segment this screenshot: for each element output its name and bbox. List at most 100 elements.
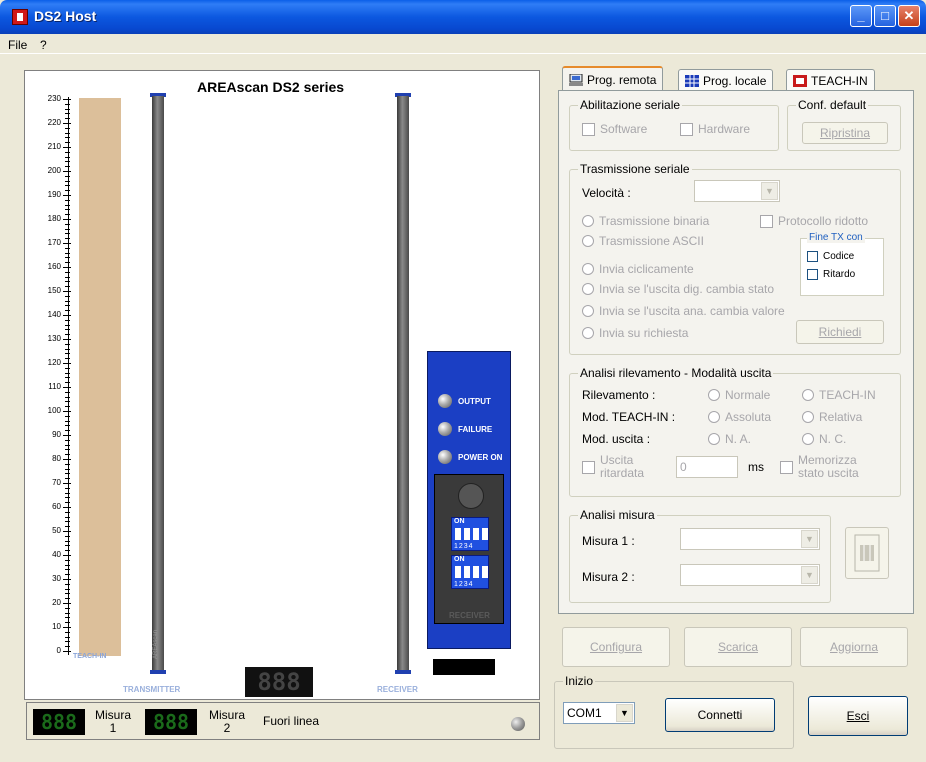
status-led-icon xyxy=(511,717,525,731)
y-tick-label: 190 xyxy=(47,190,61,199)
normal-radio[interactable]: Normale xyxy=(708,388,770,402)
code-checkbox[interactable]: Codice xyxy=(807,251,854,262)
y-tick-label: 200 xyxy=(47,166,61,175)
reduced-protocol-checkbox[interactable]: Protocollo ridotto xyxy=(760,214,868,228)
exit-button[interactable]: Esci xyxy=(808,696,908,736)
y-tick-label: 20 xyxy=(52,598,61,607)
y-tick-mark xyxy=(65,334,70,336)
close-button[interactable]: ✕ xyxy=(898,5,920,27)
fine-tx-group: Fine TX con Codice Ritardo xyxy=(800,232,884,296)
delayed-output-checkbox[interactable]: Uscita ritardata xyxy=(582,454,650,480)
tab-teach-in[interactable]: TEACH-IN xyxy=(786,69,875,91)
y-tick-mark xyxy=(63,555,71,556)
title-bar[interactable]: DS2 Host _ □ ✕ xyxy=(0,0,926,34)
teach-mode-label: Mod. TEACH-IN : xyxy=(582,410,676,424)
na-radio[interactable]: N. A. xyxy=(708,432,751,446)
y-tick-mark xyxy=(63,531,71,532)
download-button[interactable]: Scarica xyxy=(684,627,792,667)
y-tick-label: 160 xyxy=(47,262,61,271)
on-request-radio[interactable]: Invia su richiesta xyxy=(582,326,688,340)
y-tick-mark xyxy=(65,214,70,216)
y-tick-label: 140 xyxy=(47,310,61,319)
y-tick-mark xyxy=(65,545,70,547)
y-tick-mark xyxy=(65,449,70,451)
transmitter-rod xyxy=(152,96,164,670)
measure-group: Analisi misura Misura 1 : ▼ Misura 2 : ▼ xyxy=(569,508,831,603)
y-tick-mark xyxy=(65,468,70,470)
binary-radio[interactable]: Trasmissione binaria xyxy=(582,214,709,228)
y-tick-mark xyxy=(63,579,71,580)
minimize-button[interactable]: _ xyxy=(850,5,872,27)
y-tick-mark xyxy=(65,391,70,393)
hardware-checkbox[interactable]: Hardware xyxy=(680,122,750,136)
y-tick-mark xyxy=(65,502,70,504)
transmitter-bottom-cap xyxy=(150,670,166,674)
maximize-button[interactable]: □ xyxy=(874,5,896,27)
delay-checkbox[interactable]: Ritardo xyxy=(807,269,855,280)
delay-ms-input[interactable]: 0 xyxy=(676,456,738,478)
y-tick-mark xyxy=(63,315,71,316)
dig-change-radio[interactable]: Invia se l'uscita dig. cambia stato xyxy=(582,282,774,296)
connect-button[interactable]: Connetti xyxy=(665,698,775,732)
chevron-down-icon: ▼ xyxy=(616,704,633,722)
y-tick-mark xyxy=(65,588,70,590)
conf-default-title: Conf. default xyxy=(796,98,869,112)
y-tick-mark xyxy=(65,401,70,403)
y-tick-label: 220 xyxy=(47,118,61,127)
cyclic-radio[interactable]: Invia ciclicamente xyxy=(582,262,694,276)
led-power: POWER ON xyxy=(438,450,502,464)
store-state-checkbox[interactable]: Memorizza stato uscita xyxy=(780,454,876,480)
y-tick-mark xyxy=(63,459,71,460)
tab-prog-remota[interactable]: Prog. remota xyxy=(562,66,664,91)
y-tick-label: 130 xyxy=(47,334,61,343)
y-tick-mark xyxy=(65,113,70,115)
dip-switch-2[interactable]: ON 1234 xyxy=(451,555,489,589)
y-tick-mark xyxy=(65,478,70,480)
areascan-icon-button[interactable] xyxy=(845,527,889,579)
update-button[interactable]: Aggiorna xyxy=(800,627,908,667)
y-tick-mark xyxy=(65,425,70,427)
y-tick-mark xyxy=(65,199,70,201)
software-checkbox[interactable]: Software xyxy=(582,122,647,136)
absolute-radio[interactable]: Assoluta xyxy=(708,410,771,424)
y-tick-mark xyxy=(65,593,70,595)
menu-help[interactable]: ? xyxy=(40,38,47,52)
y-tick-mark xyxy=(65,161,70,163)
failure-led-icon xyxy=(438,422,452,436)
measure2-select[interactable]: ▼ xyxy=(680,564,820,586)
y-tick-label: 10 xyxy=(52,622,61,631)
request-button[interactable]: Richiedi xyxy=(796,320,884,344)
ana-change-radio[interactable]: Invia se l'uscita ana. cambia valore xyxy=(582,304,785,318)
y-tick-mark xyxy=(65,132,70,134)
y-tick-mark xyxy=(65,377,70,379)
restore-button[interactable]: Ripristina xyxy=(802,122,888,144)
y-tick-mark xyxy=(63,99,71,100)
y-tick-mark xyxy=(63,435,71,436)
y-tick-mark xyxy=(65,286,70,288)
output-mode-label: Mod. uscita : xyxy=(582,432,651,446)
dip-switch-1[interactable]: ON 1234 xyxy=(451,517,489,551)
menu-file[interactable]: File xyxy=(8,38,27,52)
speed-select[interactable]: ▼ xyxy=(694,180,780,202)
receiver-unit-name: RECEIVER xyxy=(449,611,490,620)
y-tick-label: 80 xyxy=(52,454,61,463)
teach-in-radio[interactable]: TEACH-IN xyxy=(802,388,876,402)
y-tick-mark xyxy=(65,180,70,182)
y-tick-mark xyxy=(65,598,70,600)
y-tick-mark xyxy=(63,243,71,244)
relative-radio[interactable]: Relativa xyxy=(802,410,862,424)
conf-default-group: Conf. default Ripristina xyxy=(787,98,901,151)
y-tick-mark xyxy=(65,497,70,499)
measure1-select[interactable]: ▼ xyxy=(680,528,820,550)
y-tick-label: 50 xyxy=(52,526,61,535)
tab-prog-locale[interactable]: Prog. locale xyxy=(678,69,774,91)
tab-panel-prog-remota: Abilitazione seriale Software Hardware C… xyxy=(558,90,914,614)
port-select[interactable]: COM1 ▼ xyxy=(563,702,635,724)
y-tick-mark xyxy=(65,271,70,273)
y-tick-mark xyxy=(65,516,70,518)
configure-button[interactable]: Configura xyxy=(562,627,670,667)
y-tick-mark xyxy=(65,406,70,408)
ascii-radio[interactable]: Trasmissione ASCII xyxy=(582,234,704,248)
nc-radio[interactable]: N. C. xyxy=(802,432,846,446)
app-icon[interactable] xyxy=(12,9,28,25)
